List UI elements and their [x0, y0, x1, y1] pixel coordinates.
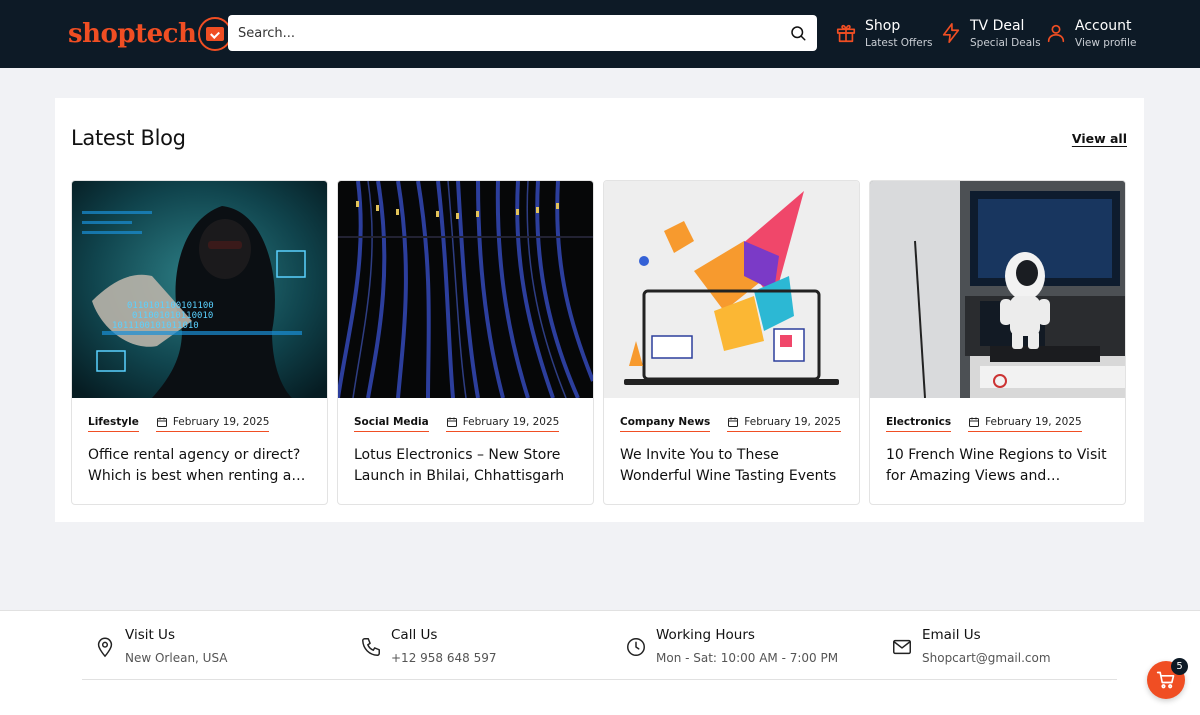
post-title[interactable]: 10 French Wine Regions to Visit for Amaz… [886, 445, 1111, 487]
post-date-text: February 19, 2025 [985, 416, 1082, 428]
blog-card[interactable]: Company News February 19, 2025 We Invite… [603, 180, 860, 505]
post-date: February 19, 2025 [968, 416, 1082, 432]
calendar-icon [728, 417, 739, 427]
post-title[interactable]: Office rental agency or direct? Which is… [88, 445, 313, 487]
user-icon [1047, 24, 1065, 43]
gift-icon [836, 24, 856, 43]
footer-working-hours: Working Hours Mon - Sat: 10:00 AM - 7:00… [625, 625, 838, 667]
calendar-icon [446, 417, 457, 427]
nav-account-subtitle: View profile [1075, 37, 1137, 49]
svg-text:0110101100101100: 0110101100101100 [127, 301, 214, 311]
svg-text:011001010110010: 011001010110010 [132, 311, 213, 321]
footer-email-us: Email Us Shopcart@gmail.com [891, 625, 1051, 667]
footer-item-value: New Orlean, USA [125, 651, 228, 665]
hooded-hacker-image[interactable]: 0110101100101100 011001010110010 1011100… [72, 181, 327, 398]
clock-icon [627, 638, 645, 656]
footer-call-us: Call Us +12 958 648 597 [360, 625, 496, 667]
cart-count-badge: 5 [1171, 658, 1188, 675]
location-pin-icon [97, 637, 113, 658]
shoptech-logo[interactable]: shoptech [68, 14, 233, 54]
section-title: Latest Blog [71, 126, 186, 150]
nav-shop[interactable]: Shop Latest Offers [835, 17, 933, 50]
search-input[interactable] [228, 15, 778, 51]
post-title[interactable]: Lotus Electronics – New Store Launch in … [354, 445, 579, 487]
network-cables-image[interactable] [338, 181, 593, 398]
calendar-icon [969, 417, 980, 427]
post-date-text: February 19, 2025 [744, 416, 841, 428]
footer-contact-bar: Visit Us New Orlean, USA Call Us +12 958… [0, 610, 1200, 715]
footer-item-title: Working Hours [656, 627, 755, 643]
mail-icon [893, 639, 911, 655]
post-date: February 19, 2025 [727, 416, 841, 432]
latest-blog-section: Latest Blog View all 0110101100101100 01… [55, 98, 1144, 522]
svg-text:1011100101011010: 1011100101011010 [112, 321, 199, 331]
laptop-illustration-image[interactable] [604, 181, 859, 398]
shopping-cart-icon [1156, 671, 1175, 689]
footer-item-value[interactable]: Shopcart@gmail.com [922, 649, 1051, 667]
nav-shop-subtitle: Latest Offers [865, 37, 933, 49]
phone-icon [362, 638, 380, 656]
post-title[interactable]: We Invite You to These Wonderful Wine Ta… [620, 445, 845, 487]
post-date: February 19, 2025 [155, 416, 270, 432]
nav-tv-deal-title: TV Deal [970, 18, 1025, 34]
nav-shop-title: Shop [865, 18, 901, 34]
search-icon[interactable] [789, 24, 807, 42]
footer-divider [82, 679, 1117, 680]
post-category[interactable]: Lifestyle [88, 416, 139, 432]
footer-item-title: Call Us [391, 627, 438, 643]
calendar-icon [156, 417, 167, 427]
post-date: February 19, 2025 [445, 416, 560, 432]
footer-item-value: Mon - Sat: 10:00 AM - 7:00 PM [656, 651, 839, 665]
view-all-link[interactable]: View all [1072, 131, 1127, 146]
blog-card[interactable]: 0110101100101100 011001010110010 1011100… [71, 180, 328, 505]
post-category[interactable]: Company News [620, 416, 711, 432]
nav-account[interactable]: Account View profile [1045, 17, 1136, 50]
post-category[interactable]: Social Media [354, 416, 429, 432]
blog-card[interactable]: Social Media February 19, 2025 Lotus Ele… [337, 180, 594, 505]
logo-text: shoptech [68, 19, 197, 49]
footer-item-value[interactable]: +12 958 648 597 [391, 649, 496, 667]
nav-account-title: Account [1075, 18, 1132, 34]
post-category[interactable]: Electronics [886, 416, 952, 432]
footer-visit-us: Visit Us New Orlean, USA [94, 625, 228, 667]
blog-card[interactable]: Electronics February 19, 2025 10 French … [869, 180, 1126, 505]
footer-item-title: Visit Us [125, 627, 175, 643]
post-date-text: February 19, 2025 [462, 416, 560, 428]
top-header: shoptech Shop Latest Offers TV Deal Spec… [0, 0, 1200, 68]
nav-tv-deal[interactable]: TV Deal Special Deals [940, 17, 1041, 50]
nav-tv-deal-subtitle: Special Deals [970, 37, 1041, 49]
footer-item-title: Email Us [922, 627, 981, 643]
search-bar [228, 15, 817, 51]
astronaut-figure-image[interactable] [870, 181, 1125, 398]
lightning-icon [942, 23, 960, 43]
post-date-text: February 19, 2025 [172, 416, 270, 428]
